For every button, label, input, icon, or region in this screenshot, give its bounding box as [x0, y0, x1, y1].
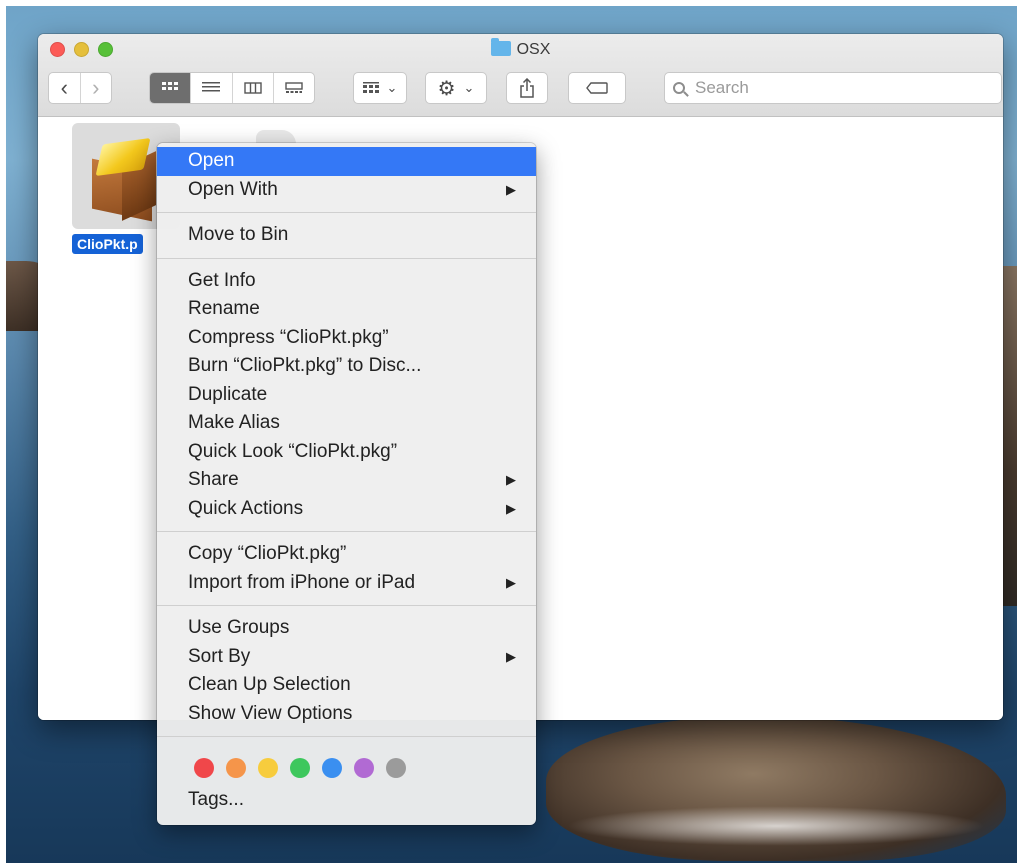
share-button[interactable]: [506, 72, 548, 104]
tag-blue[interactable]: [322, 758, 342, 778]
menu-item-copy[interactable]: Copy “ClioPkt.pkg”: [157, 540, 536, 569]
column-view-icon: [243, 82, 262, 94]
tag-icon: [586, 82, 608, 94]
submenu-arrow-icon: ▶: [506, 574, 516, 590]
menu-separator: [157, 212, 536, 213]
menu-item-clean-up-selection[interactable]: Clean Up Selection: [157, 671, 536, 700]
group-grid-icon: [362, 82, 379, 93]
edit-tags-button[interactable]: [568, 72, 626, 104]
gallery-view-icon: [285, 82, 303, 93]
menu-item-quick-actions[interactable]: Quick Actions ▶: [157, 495, 536, 524]
tag-color-row: [157, 745, 536, 778]
submenu-arrow-icon: ▶: [506, 648, 516, 664]
menu-item-move-to-bin[interactable]: Move to Bin: [157, 221, 536, 250]
menu-item-open-with[interactable]: Open With ▶: [157, 176, 536, 205]
back-forward-control: ‹ ›: [48, 72, 112, 104]
submenu-arrow-icon: ▶: [506, 500, 516, 516]
search-placeholder: Search: [695, 78, 749, 97]
list-view-icon: [202, 82, 221, 92]
menu-separator: [157, 257, 536, 259]
menu-item-share[interactable]: Share ▶: [157, 466, 536, 495]
tag-orange[interactable]: [226, 758, 246, 778]
menu-item-duplicate[interactable]: Duplicate: [157, 381, 536, 410]
gallery-view-button[interactable]: [274, 73, 314, 103]
menu-item-rename[interactable]: Rename: [157, 295, 536, 324]
window-title-text: OSX: [516, 41, 551, 58]
folder-icon: [490, 38, 511, 56]
icon-view-button[interactable]: [150, 73, 192, 103]
package-icon: [86, 137, 158, 222]
tag-purple[interactable]: [354, 758, 374, 778]
menu-item-import-iphone[interactable]: Import from iPhone or iPad ▶: [157, 569, 536, 598]
menu-separator: [157, 605, 536, 606]
toolbar: ‹ › ⌄ ⚙ ⌄ Search: [48, 72, 1002, 106]
menu-separator: [157, 736, 536, 737]
context-menu: Open Open With ▶ Move to Bin Get Info Ren…: [157, 143, 536, 825]
tag-gray[interactable]: [386, 758, 406, 778]
list-view-button[interactable]: [191, 73, 233, 103]
menu-item-tags[interactable]: Tags...: [157, 786, 536, 815]
file-name-label[interactable]: ClioPkt.p: [72, 234, 143, 254]
menu-separator: [157, 531, 536, 532]
column-view-button[interactable]: [233, 73, 274, 103]
share-icon: [520, 78, 534, 98]
menu-item-sort-by[interactable]: Sort By ▶: [157, 643, 536, 672]
gear-icon: ⚙: [437, 77, 456, 100]
titlebar: OSX ‹ › ⌄ ⚙ ⌄ Search: [38, 34, 1003, 117]
menu-item-burn[interactable]: Burn “ClioPkt.pkg” to Disc...: [157, 352, 536, 381]
menu-item-show-view-options[interactable]: Show View Options: [157, 700, 536, 729]
tag-yellow[interactable]: [258, 758, 278, 778]
menu-item-make-alias[interactable]: Make Alias: [157, 409, 536, 438]
chevron-down-icon: ⌄: [463, 80, 475, 95]
tag-red[interactable]: [194, 758, 214, 778]
submenu-arrow-icon: ▶: [506, 181, 516, 197]
forward-button[interactable]: ›: [81, 73, 112, 103]
group-by-button[interactable]: ⌄: [353, 72, 407, 104]
menu-item-get-info[interactable]: Get Info: [157, 267, 536, 296]
menu-item-quick-look[interactable]: Quick Look “ClioPkt.pkg”: [157, 438, 536, 467]
action-button[interactable]: ⚙ ⌄: [425, 72, 487, 104]
tag-green[interactable]: [290, 758, 310, 778]
chevron-down-icon: ⌄: [386, 80, 398, 95]
menu-item-open[interactable]: Open: [157, 147, 536, 176]
menu-item-use-groups[interactable]: Use Groups: [157, 614, 536, 643]
submenu-arrow-icon: ▶: [506, 472, 516, 487]
icon-view-icon: [162, 82, 179, 90]
search-icon: [673, 82, 685, 94]
search-field[interactable]: Search: [664, 72, 1002, 104]
view-mode-control: [149, 72, 315, 104]
window-title: OSX: [38, 38, 1003, 59]
back-button[interactable]: ‹: [49, 73, 81, 103]
menu-item-compress[interactable]: Compress “ClioPkt.pkg”: [157, 324, 536, 353]
wallpaper-foam: [566, 806, 986, 846]
